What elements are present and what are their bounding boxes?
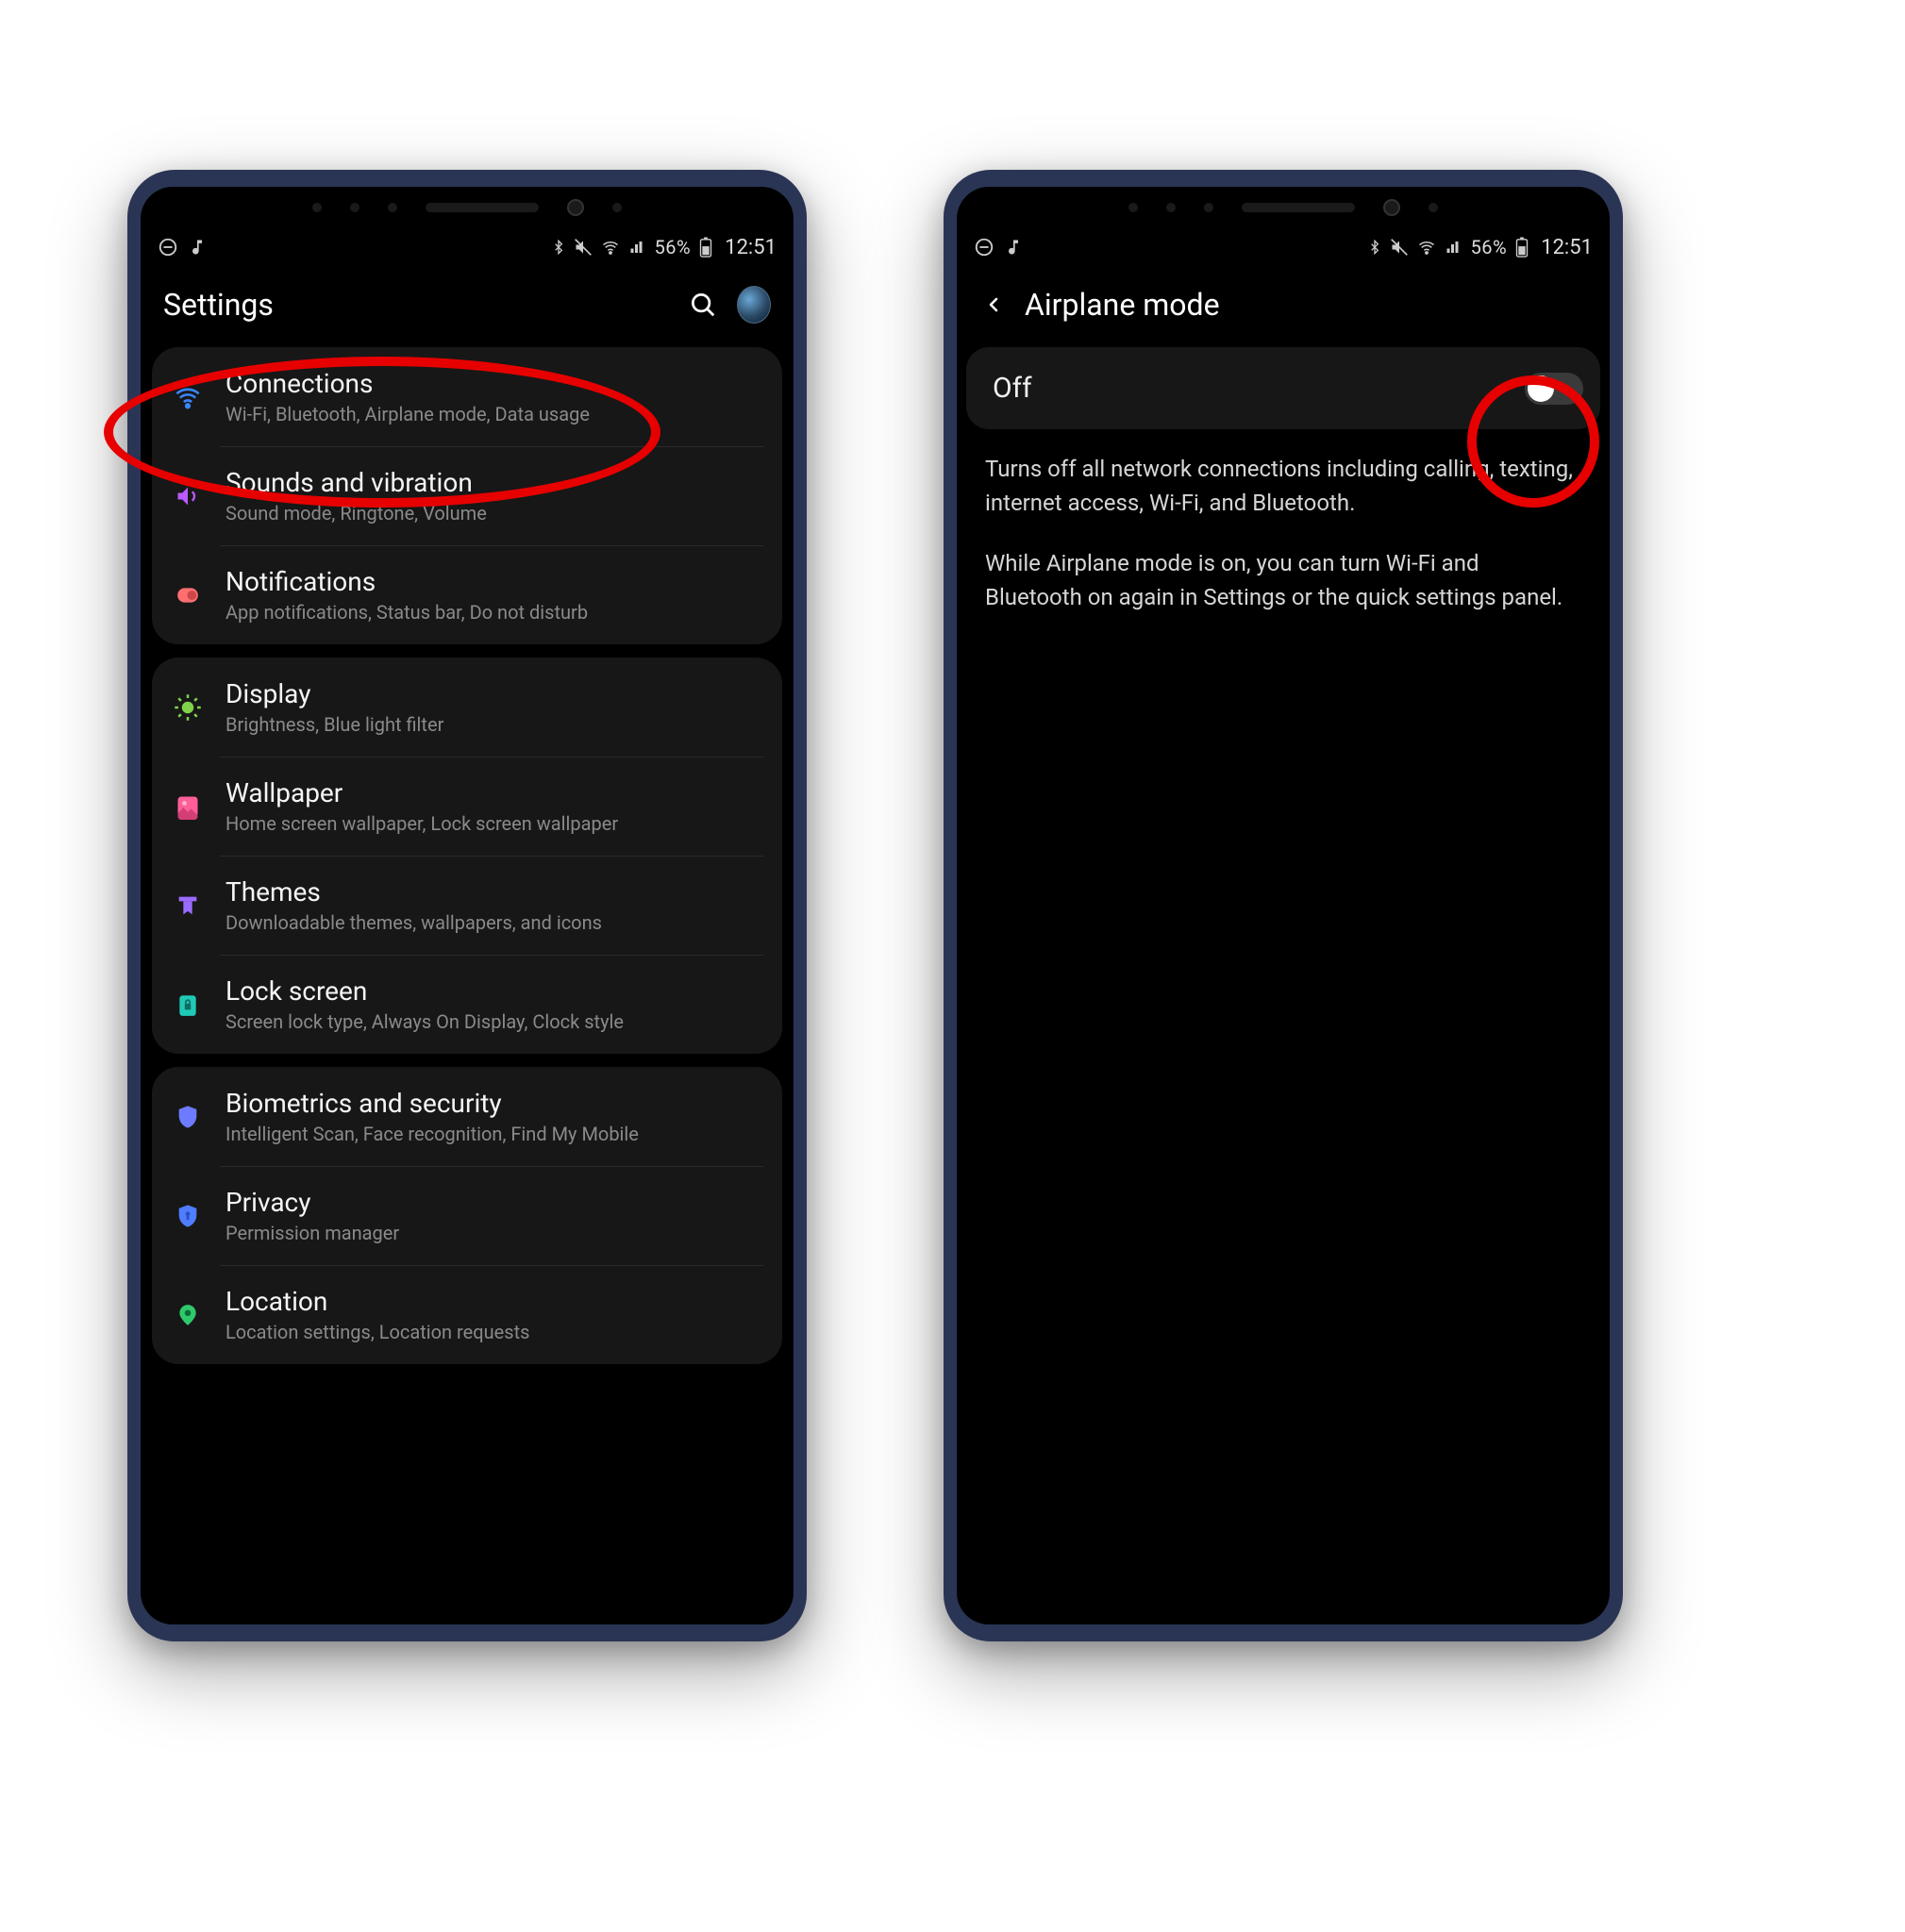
settings-row-connections[interactable]: Connections Wi-Fi, Bluetooth, Airplane m… — [152, 347, 782, 446]
row-title: Biometrics and security — [226, 1088, 639, 1119]
row-title: Location — [226, 1286, 529, 1317]
row-subtitle: Location settings, Location requests — [226, 1321, 529, 1343]
lock-icon — [171, 988, 205, 1022]
settings-row-notifications[interactable]: Notifications App notifications, Status … — [152, 545, 782, 644]
wifi-icon — [171, 380, 205, 414]
screen-right: 56% 12:51 Airplane mode Off — [957, 187, 1610, 1624]
battery-icon — [698, 237, 713, 258]
settings-row-sounds[interactable]: Sounds and vibration Sound mode, Rington… — [152, 446, 782, 545]
settings-group: Display Brightness, Blue light filter Wa… — [152, 658, 782, 1054]
shield-icon — [171, 1100, 205, 1134]
row-subtitle: Downloadable themes, wallpapers, and ico… — [226, 911, 602, 934]
row-subtitle: Home screen wallpaper, Lock screen wallp… — [226, 812, 618, 835]
themes-icon — [171, 889, 205, 923]
row-subtitle: Intelligent Scan, Face recognition, Find… — [226, 1123, 639, 1145]
hardware-sensors — [957, 187, 1610, 228]
description-paragraph: Turns off all network connections includ… — [985, 452, 1581, 520]
battery-percent: 56% — [1471, 236, 1508, 258]
location-icon — [171, 1298, 205, 1332]
battery-icon — [1514, 237, 1529, 258]
row-title: Lock screen — [226, 975, 624, 1007]
airplane-header: Airplane mode — [957, 266, 1610, 347]
row-title: Wallpaper — [226, 777, 618, 808]
display-icon — [171, 691, 205, 724]
music-note-icon — [188, 238, 207, 257]
row-subtitle: Wi-Fi, Bluetooth, Airplane mode, Data us… — [226, 403, 590, 425]
row-title: Connections — [226, 368, 590, 399]
settings-row-themes[interactable]: Themes Downloadable themes, wallpapers, … — [152, 856, 782, 955]
mute-icon — [574, 238, 593, 257]
status-bar: 56% 12:51 — [957, 228, 1610, 266]
wifi-status-icon — [600, 239, 621, 256]
account-avatar[interactable] — [737, 288, 771, 322]
battery-percent: 56% — [655, 236, 692, 258]
signal-icon — [1445, 239, 1463, 256]
hardware-sensors — [141, 187, 794, 228]
row-title: Privacy — [226, 1187, 399, 1218]
settings-group: Biometrics and security Intelligent Scan… — [152, 1067, 782, 1364]
row-title: Themes — [226, 876, 602, 908]
bluetooth-icon — [1367, 238, 1382, 257]
settings-group: Connections Wi-Fi, Bluetooth, Airplane m… — [152, 347, 782, 644]
row-subtitle: Sound mode, Ringtone, Volume — [226, 502, 487, 525]
music-note-icon — [1004, 238, 1023, 257]
row-subtitle: Screen lock type, Always On Display, Clo… — [226, 1010, 624, 1033]
row-title: Sounds and vibration — [226, 467, 487, 498]
settings-row-display[interactable]: Display Brightness, Blue light filter — [152, 658, 782, 757]
settings-row-biometrics[interactable]: Biometrics and security Intelligent Scan… — [152, 1067, 782, 1166]
privacy-icon — [171, 1199, 205, 1233]
row-subtitle: Permission manager — [226, 1222, 399, 1244]
airplane-description: Turns off all network connections includ… — [957, 452, 1610, 641]
settings-header: Settings — [141, 266, 794, 347]
status-time: 12:51 — [725, 236, 777, 259]
status-bar: 56% 12:51 — [141, 228, 794, 266]
row-title: Display — [226, 678, 443, 709]
settings-row-lockscreen[interactable]: Lock screen Screen lock type, Always On … — [152, 955, 782, 1054]
screen-left: 56% 12:51 Settings — [141, 187, 794, 1624]
row-subtitle: Brightness, Blue light filter — [226, 713, 443, 736]
back-button[interactable] — [979, 291, 1008, 319]
phone-frame-left: 56% 12:51 Settings — [127, 170, 807, 1641]
status-time: 12:51 — [1541, 236, 1593, 259]
description-paragraph: While Airplane mode is on, you can turn … — [985, 546, 1581, 614]
row-subtitle: App notifications, Status bar, Do not di… — [226, 601, 588, 624]
airplane-toggle[interactable] — [1525, 373, 1583, 405]
airplane-toggle-row[interactable]: Off — [966, 347, 1600, 429]
wallpaper-icon — [171, 790, 205, 824]
bluetooth-icon — [551, 238, 566, 257]
settings-row-privacy[interactable]: Privacy Permission manager — [152, 1166, 782, 1265]
mute-icon — [1390, 238, 1409, 257]
settings-row-location[interactable]: Location Location settings, Location req… — [152, 1265, 782, 1364]
dnd-icon — [974, 237, 994, 258]
notifications-icon — [171, 578, 205, 612]
settings-list[interactable]: Connections Wi-Fi, Bluetooth, Airplane m… — [141, 347, 794, 1624]
phone-frame-right: 56% 12:51 Airplane mode Off — [944, 170, 1623, 1641]
signal-icon — [628, 239, 647, 256]
row-title: Notifications — [226, 566, 588, 597]
wifi-status-icon — [1416, 239, 1437, 256]
page-title: Airplane mode — [1025, 287, 1587, 323]
toggle-state-label: Off — [993, 372, 1032, 405]
dnd-icon — [158, 237, 178, 258]
page-title: Settings — [163, 287, 669, 323]
settings-row-wallpaper[interactable]: Wallpaper Home screen wallpaper, Lock sc… — [152, 757, 782, 856]
search-button[interactable] — [686, 288, 720, 322]
sound-icon — [171, 479, 205, 513]
